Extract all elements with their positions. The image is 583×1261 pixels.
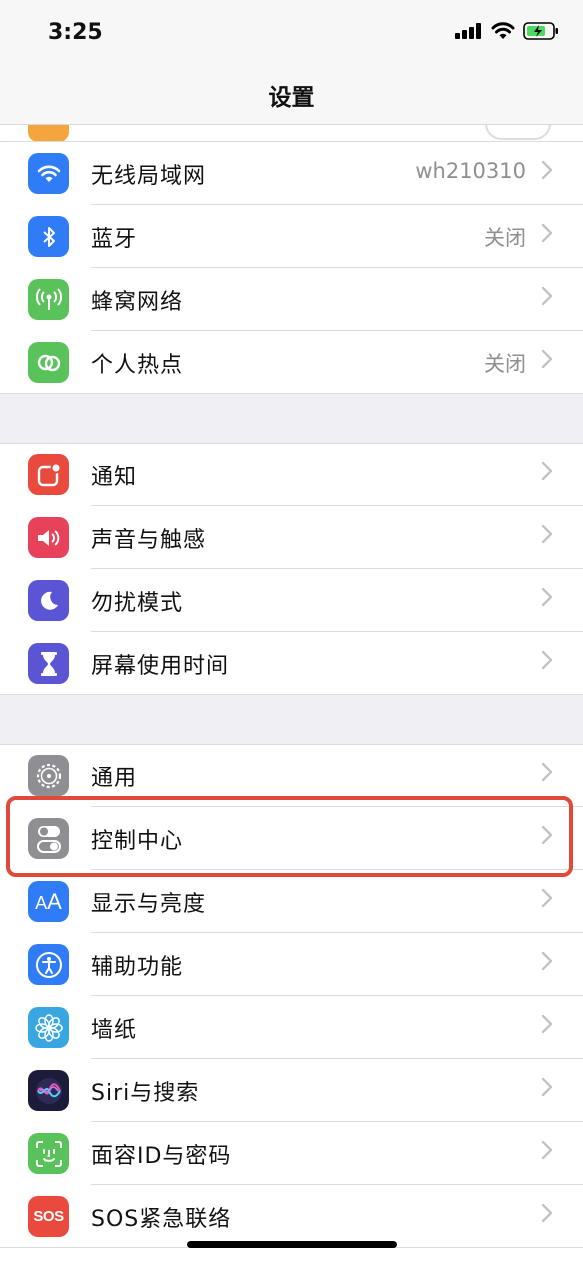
battery-icon xyxy=(523,22,558,40)
settings-row-label: 个人热点 xyxy=(91,353,184,378)
settings-list: 无线局域网 wh210310 蓝牙 关闭 蜂窝网络 个人热点 关闭 通知 声音与触感 勿扰模式 屏幕… xyxy=(0,125,583,1248)
highlight-box xyxy=(6,796,573,877)
chevron-right-icon xyxy=(541,1014,553,1034)
settings-row-label: 声音与触感 xyxy=(91,528,207,553)
hourglass-icon xyxy=(28,643,69,684)
settings-row-sounds[interactable]: 声音与触感 xyxy=(0,506,583,569)
settings-row-cellular[interactable]: 蜂窝网络 xyxy=(0,268,583,331)
settings-row-label: 蓝牙 xyxy=(91,227,138,252)
chevron-right-icon xyxy=(541,524,553,544)
settings-row-label: 面容ID与密码 xyxy=(91,1144,232,1169)
flower-icon xyxy=(28,1007,69,1048)
chevron-right-icon xyxy=(541,286,553,306)
chevron-right-icon xyxy=(541,587,553,607)
settings-groups: 无线局域网 wh210310 蓝牙 关闭 蜂窝网络 个人热点 关闭 通知 声音与触感 勿扰模式 屏幕… xyxy=(0,142,583,1248)
settings-row-value: wh210310 xyxy=(415,159,526,183)
signal-icon xyxy=(455,23,481,39)
settings-row-siri[interactable]: Siri与搜索 xyxy=(0,1059,583,1122)
wifi-icon xyxy=(28,153,69,194)
bluetooth-icon xyxy=(28,216,69,257)
chevron-right-icon xyxy=(541,951,553,971)
gear-icon xyxy=(28,755,69,796)
airplane-toggle[interactable] xyxy=(485,125,551,140)
hotspot-icon xyxy=(28,342,69,383)
settings-row-faceid[interactable]: 面容ID与密码 xyxy=(0,1122,583,1185)
status-icons xyxy=(455,22,559,40)
sos-icon: SOS xyxy=(28,1196,69,1237)
chevron-right-icon xyxy=(541,1077,553,1097)
settings-row-label: 勿扰模式 xyxy=(91,591,184,616)
notification-icon xyxy=(28,454,69,495)
settings-row-label: Siri与搜索 xyxy=(91,1081,200,1106)
sos-icon-text: SOS xyxy=(33,1208,64,1225)
status-time: 3:25 xyxy=(48,20,103,45)
settings-row-dnd[interactable]: 勿扰模式 xyxy=(0,569,583,632)
settings-row-display[interactable]: AA 显示与亮度 xyxy=(0,870,583,933)
settings-row-label: SOS紧急联络 xyxy=(91,1207,232,1232)
chevron-right-icon xyxy=(541,223,553,243)
settings-row-hotspot[interactable]: 个人热点 关闭 xyxy=(0,331,583,394)
chevron-right-icon xyxy=(541,762,553,782)
settings-row-bluetooth[interactable]: 蓝牙 关闭 xyxy=(0,205,583,268)
settings-row-accessibility[interactable]: 辅助功能 xyxy=(0,933,583,996)
settings-row-notifications[interactable]: 通知 xyxy=(0,443,583,506)
settings-row-label: 屏幕使用时间 xyxy=(91,654,230,679)
wifi-icon xyxy=(491,22,515,39)
settings-row-wallpaper[interactable]: 墙纸 xyxy=(0,996,583,1059)
nav-bar: 设置 xyxy=(0,70,583,125)
chevron-right-icon xyxy=(541,349,553,369)
settings-row-screentime[interactable]: 屏幕使用时间 xyxy=(0,632,583,695)
moon-icon xyxy=(28,580,69,621)
settings-row-value: 关闭 xyxy=(484,352,526,376)
chevron-right-icon xyxy=(541,1140,553,1160)
chevron-right-icon xyxy=(541,888,553,908)
chevron-right-icon xyxy=(541,461,553,481)
settings-row-value: 关闭 xyxy=(484,226,526,250)
chevron-right-icon xyxy=(541,1203,553,1223)
settings-row-label: 通知 xyxy=(91,465,138,490)
text-size-icon: AA xyxy=(28,881,69,922)
home-indicator xyxy=(187,1241,397,1248)
settings-row-label: 通用 xyxy=(91,766,138,791)
siri-icon xyxy=(28,1070,69,1111)
settings-row-sos[interactable]: SOS SOS紧急联络 xyxy=(0,1185,583,1248)
partial-row-airplane[interactable] xyxy=(0,125,583,142)
group-separator xyxy=(0,394,583,443)
status-bar: 3:25 xyxy=(0,0,583,70)
speaker-icon xyxy=(28,517,69,558)
settings-row-label: 辅助功能 xyxy=(91,955,184,980)
chevron-right-icon xyxy=(541,650,553,670)
settings-row-label: 墙纸 xyxy=(91,1018,138,1043)
airplane-icon xyxy=(28,125,69,142)
settings-row-label: 蜂窝网络 xyxy=(91,290,184,315)
settings-row-label: 无线局域网 xyxy=(91,164,207,189)
page-title: 设置 xyxy=(268,85,315,111)
settings-row-label: 显示与亮度 xyxy=(91,892,207,917)
faceid-icon xyxy=(28,1133,69,1174)
accessibility-icon xyxy=(28,944,69,985)
settings-row-wifi[interactable]: 无线局域网 wh210310 xyxy=(0,142,583,205)
antenna-icon xyxy=(28,279,69,320)
chevron-right-icon xyxy=(541,160,553,180)
group-separator xyxy=(0,695,583,744)
